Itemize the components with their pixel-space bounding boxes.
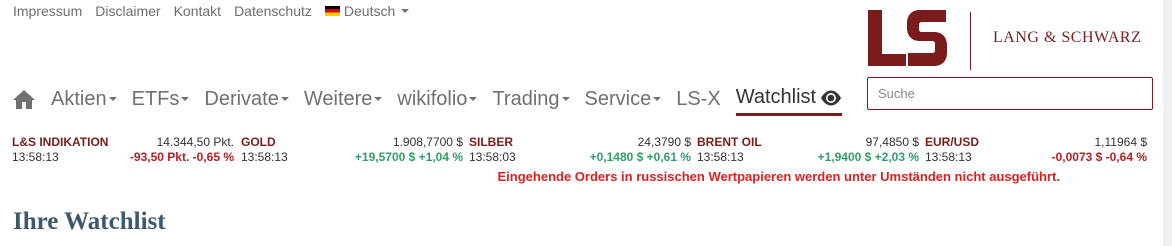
- nav-watchlist[interactable]: Watchlist: [735, 86, 843, 116]
- chevron-down-icon: [374, 97, 383, 101]
- nav-item-service[interactable]: Service: [585, 88, 662, 111]
- ticker-time: 13:58:13: [12, 150, 59, 164]
- ticker-change: +0,1480 $ +0,61 %: [589, 150, 691, 164]
- ticker-price: 1,11964 $: [1094, 135, 1148, 149]
- lang-schwarz-logo[interactable]: LANG & SCHWARZ: [866, 6, 1166, 70]
- nav-item-label: ETFs: [131, 87, 180, 110]
- ticker-time: 13:58:13: [697, 150, 744, 164]
- ticker-name: BRENT OIL: [697, 135, 762, 149]
- ls-logo-mark: [868, 10, 947, 66]
- nav-item-label: LS-X: [676, 87, 721, 110]
- ticker-time: 13:58:13: [241, 150, 288, 164]
- ticker-name: L&S INDIKATION: [12, 135, 109, 149]
- nav-item-label: Derivate: [204, 87, 279, 110]
- chevron-down-icon: [653, 97, 662, 101]
- ticker-name: GOLD: [241, 135, 276, 149]
- nav-item-label: Weitere: [303, 87, 373, 110]
- nav-item-derivate[interactable]: Derivate: [204, 87, 289, 111]
- nav-watchlist-label: Watchlist: [735, 86, 817, 108]
- ticker-name: SILBER: [469, 135, 514, 149]
- notice-banner: Eingehende Orders in russischen Wertpapi…: [497, 169, 1061, 184]
- datenschutz-link[interactable]: Datenschutz: [234, 3, 312, 19]
- nav-item-etfs[interactable]: ETFs: [132, 88, 190, 111]
- chevron-down-icon: [108, 97, 117, 101]
- ticker-price: 1.908,7700 $: [392, 135, 463, 149]
- ticker-time: 13:58:13: [925, 150, 972, 164]
- language-label: Deutsch: [343, 3, 396, 19]
- nav-item-trading[interactable]: Trading: [492, 87, 570, 111]
- language-selector[interactable]: Deutsch: [324, 3, 410, 19]
- main-nav: Aktien ETFs Derivate Weitere wikifolio Tradin…: [12, 82, 843, 116]
- ticker-change: -93,50 Pkt. -0,65 %: [129, 150, 234, 164]
- nav-item-aktien[interactable]: Aktien: [51, 88, 117, 111]
- impressum-link[interactable]: Impressum: [13, 3, 82, 19]
- chevron-down-icon: [401, 9, 410, 13]
- search-input[interactable]: [867, 77, 1153, 110]
- german-flag-icon: [324, 6, 340, 16]
- nav-item-label: wikifolio: [397, 87, 468, 110]
- nav-item-weitere[interactable]: Weitere: [304, 88, 383, 111]
- ticker-price: 24,3790 $: [637, 135, 691, 149]
- chevron-down-icon: [280, 97, 289, 101]
- nav-item-label: Aktien: [51, 87, 107, 110]
- nav-item-ls-x[interactable]: LS-X: [676, 88, 720, 111]
- ticker-price: 97,4850 $: [865, 135, 919, 149]
- nav-item-label: Trading: [492, 87, 560, 110]
- ticker-change: -0,0073 $ -0,64 %: [1051, 150, 1147, 164]
- nav-item-label: Service: [584, 87, 652, 110]
- eye-icon: [821, 90, 842, 105]
- ticker-change: +1,9400 $ +2,03 %: [817, 150, 919, 164]
- home-icon[interactable]: [12, 87, 36, 111]
- chevron-down-icon: [561, 97, 570, 101]
- kontakt-link[interactable]: Kontakt: [174, 3, 221, 19]
- ticker-time: 13:58:03: [469, 150, 516, 164]
- ticker-name: EUR/USD: [925, 135, 980, 149]
- top-links: Impressum Disclaimer Kontakt Datenschutz…: [13, 3, 410, 19]
- page-title: Ihre Watchlist: [13, 208, 166, 235]
- nav-item-wikifolio[interactable]: wikifolio: [397, 87, 478, 111]
- scrollbar[interactable]: [1163, 0, 1172, 246]
- market-ticker: L&S INDIKATION 14.344,50 Pkt. 13:58:13 -93,…: [12, 135, 1152, 167]
- chevron-down-icon: [469, 97, 478, 101]
- disclaimer-link[interactable]: Disclaimer: [95, 3, 160, 19]
- ticker-price: 14.344,50 Pkt.: [156, 135, 234, 149]
- ticker-change: +19,5700 $ +1,04 %: [354, 150, 463, 164]
- chevron-down-icon: [181, 97, 190, 101]
- logo-divider: [970, 12, 971, 70]
- logo-company-name: LANG & SCHWARZ: [993, 29, 1142, 46]
